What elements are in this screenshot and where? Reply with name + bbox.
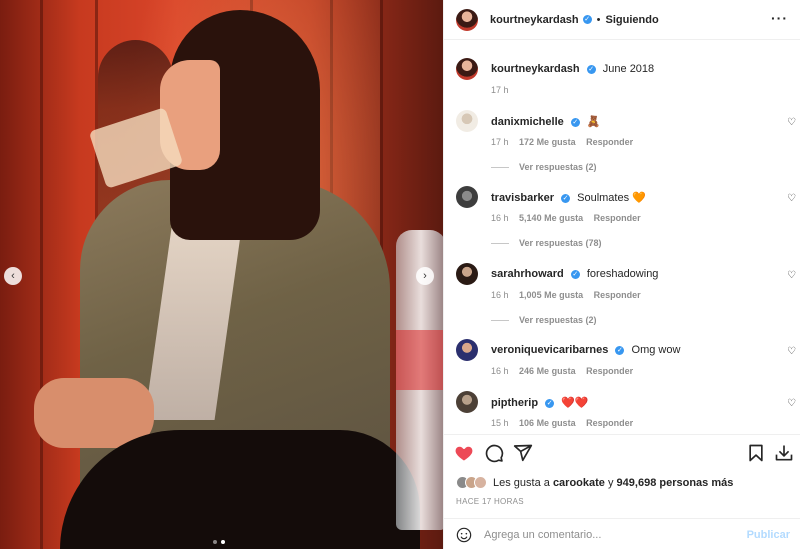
comment-like-heart-icon[interactable]: ♡ bbox=[787, 117, 796, 128]
bottle-label bbox=[396, 330, 443, 390]
caption-text-row: kourtneykardash ✓ June 2018 bbox=[491, 63, 654, 75]
likes-summary: Les gusta a carookate y 949,698 personas… bbox=[456, 476, 733, 489]
comment-composer: Publicar bbox=[444, 518, 800, 549]
comment-likes-link[interactable]: 1,005 Me gusta bbox=[519, 290, 583, 300]
comment-text-row: sarahrhoward ✓ foreshadowing bbox=[491, 268, 658, 280]
save-bookmark-icon[interactable] bbox=[746, 443, 766, 463]
comment-likes-link[interactable]: 246 Me gusta bbox=[519, 366, 576, 376]
share-icon[interactable] bbox=[513, 443, 533, 463]
comment-meta: 15 h 106 Me gusta Responder bbox=[491, 418, 641, 428]
comment-time: 17 h bbox=[491, 137, 509, 147]
comment-text-row: travisbarker ✓ Soulmates 🧡 bbox=[491, 191, 646, 204]
view-replies-button[interactable]: Ver respuestas (2) bbox=[491, 315, 597, 325]
comment-like-heart-icon[interactable]: ♡ bbox=[787, 193, 796, 204]
comment-likes-link[interactable]: 172 Me gusta bbox=[519, 137, 576, 147]
reply-button[interactable]: Responder bbox=[594, 213, 641, 223]
likes-prefix: Les gusta a bbox=[493, 476, 550, 489]
view-replies-button[interactable]: Ver respuestas (78) bbox=[491, 238, 602, 248]
comment-input[interactable] bbox=[484, 525, 734, 545]
comment-text: ❤️❤️ bbox=[561, 397, 589, 409]
wall-plank bbox=[40, 0, 43, 549]
view-replies-button[interactable]: Ver respuestas (2) bbox=[491, 162, 597, 172]
caption-meta: 17 h bbox=[491, 85, 517, 95]
comment-text-row: danixmichelle ✓ 🧸 bbox=[491, 115, 601, 128]
post-photo[interactable]: ‹ › bbox=[0, 0, 443, 549]
comment-time: 15 h bbox=[491, 418, 509, 428]
comment-meta: 16 h 1,005 Me gusta Responder bbox=[491, 290, 649, 300]
verified-badge-icon: ✓ bbox=[615, 345, 625, 355]
author-username[interactable]: kourtneykardash bbox=[490, 14, 579, 26]
comment-meta: 16 h 246 Me gusta Responder bbox=[491, 366, 641, 376]
liked-heart-icon[interactable] bbox=[454, 443, 474, 463]
post-header: kourtneykardash ✓ • Siguiendo ··· bbox=[444, 0, 800, 40]
comment-like-heart-icon[interactable]: ♡ bbox=[787, 270, 796, 281]
commenter-avatar[interactable] bbox=[456, 391, 478, 413]
comment-username[interactable]: danixmichelle bbox=[491, 116, 564, 128]
comment-username[interactable]: piptherip bbox=[491, 397, 538, 409]
comment-icon[interactable] bbox=[484, 443, 504, 463]
post-actions: Les gusta a carookate y 949,698 personas… bbox=[444, 434, 800, 549]
carousel-dot bbox=[213, 540, 217, 544]
comment-like-heart-icon[interactable]: ♡ bbox=[787, 398, 796, 409]
carousel-dot-active bbox=[221, 540, 225, 544]
author-avatar[interactable] bbox=[456, 58, 478, 80]
next-slide-button[interactable]: › bbox=[416, 267, 434, 285]
verified-badge-icon: ✓ bbox=[545, 398, 555, 408]
likes-text: Les gusta a carookate y 949,698 personas… bbox=[493, 477, 733, 489]
verified-badge-icon: ✓ bbox=[586, 64, 596, 74]
comment-username[interactable]: veroniquevicaribarnes bbox=[491, 344, 608, 356]
reply-button[interactable]: Responder bbox=[586, 418, 633, 428]
comment-like-heart-icon[interactable]: ♡ bbox=[787, 346, 796, 357]
previous-slide-button[interactable]: ‹ bbox=[4, 267, 22, 285]
comment-meta: 16 h 5,140 Me gusta Responder bbox=[491, 213, 649, 223]
liker-avatar bbox=[474, 476, 487, 489]
verified-badge-icon: ✓ bbox=[570, 269, 580, 279]
comment-text: foreshadowing bbox=[586, 268, 659, 280]
comment-time: 16 h bbox=[491, 213, 509, 223]
verified-badge-icon: ✓ bbox=[570, 117, 580, 127]
emoji-icon[interactable] bbox=[456, 527, 472, 543]
post-sidebar: kourtneykardash ✓ • Siguiendo ··· kourtn… bbox=[443, 0, 800, 549]
caption-time: 17 h bbox=[491, 85, 509, 95]
chevron-right-icon: › bbox=[423, 269, 427, 282]
reply-button[interactable]: Responder bbox=[594, 290, 641, 300]
comment-username[interactable]: sarahrhoward bbox=[491, 268, 564, 280]
comment-meta: 17 h 172 Me gusta Responder bbox=[491, 137, 641, 147]
commenter-avatar[interactable] bbox=[456, 186, 478, 208]
comments-list[interactable]: kourtneykardash ✓ June 2018 17 h danixmi… bbox=[444, 41, 800, 434]
reply-button[interactable]: Responder bbox=[586, 366, 633, 376]
more-options-icon[interactable]: ··· bbox=[771, 10, 788, 26]
caption-text: June 2018 bbox=[602, 63, 655, 75]
verified-badge-icon: ✓ bbox=[582, 15, 592, 24]
carousel-indicator bbox=[213, 540, 225, 544]
comment-username[interactable]: travisbarker bbox=[491, 192, 554, 204]
comment-time: 16 h bbox=[491, 290, 509, 300]
comment-text-row: piptherip ✓ ❤️❤️ bbox=[491, 396, 589, 409]
separator-dot: • bbox=[596, 13, 601, 26]
comment-text-row: veroniquevicaribarnes ✓ Omg wow bbox=[491, 344, 680, 356]
author-avatar[interactable] bbox=[456, 8, 478, 31]
publish-button[interactable]: Publicar bbox=[747, 529, 790, 541]
comment-time: 16 h bbox=[491, 366, 509, 376]
liked-by-username[interactable]: carookate bbox=[553, 477, 605, 489]
download-icon[interactable] bbox=[774, 443, 794, 463]
chevron-left-icon: ‹ bbox=[11, 269, 15, 282]
comment-likes-link[interactable]: 106 Me gusta bbox=[519, 418, 576, 428]
post-modal: ‹ › kourtneykardash ✓ • Siguiendo ··· ko… bbox=[0, 0, 800, 549]
post-timestamp: HACE 17 HORAS bbox=[456, 497, 524, 506]
caption-username[interactable]: kourtneykardash bbox=[491, 63, 580, 75]
likes-conjunction: y bbox=[607, 476, 614, 489]
commenter-avatar[interactable] bbox=[456, 263, 478, 285]
comment-text: Soulmates 🧡 bbox=[577, 192, 646, 204]
reply-button[interactable]: Responder bbox=[586, 137, 633, 147]
comment-text: 🧸 bbox=[586, 116, 601, 128]
commenter-avatar[interactable] bbox=[456, 339, 478, 361]
action-bar bbox=[454, 443, 794, 465]
commenter-avatar[interactable] bbox=[456, 110, 478, 132]
comment-text: Omg wow bbox=[631, 344, 681, 356]
likes-others-link[interactable]: 949,698 personas más bbox=[617, 477, 734, 489]
comment-likes-link[interactable]: 5,140 Me gusta bbox=[519, 213, 583, 223]
following-button[interactable]: Siguiendo bbox=[606, 14, 659, 26]
verified-badge-icon: ✓ bbox=[561, 193, 571, 203]
